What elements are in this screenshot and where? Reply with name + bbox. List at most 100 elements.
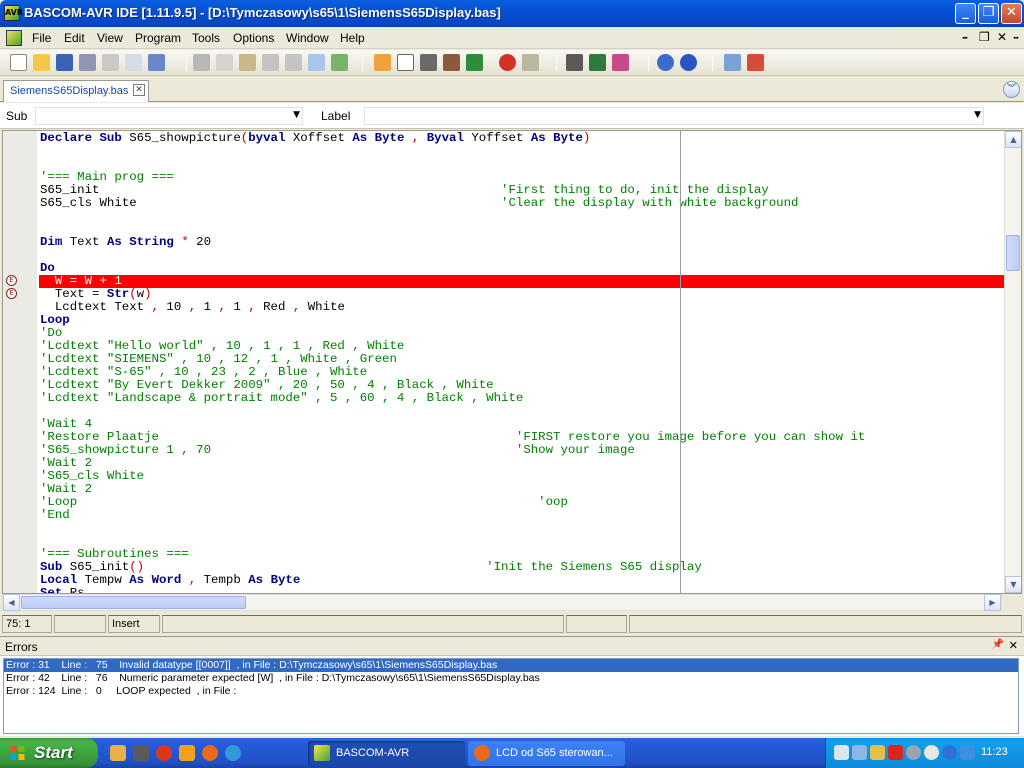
error-marker-icon[interactable]: E	[6, 275, 17, 286]
vertical-scroll-thumb[interactable]	[1006, 235, 1020, 271]
mdi-close-icon[interactable]: ✕	[997, 30, 1007, 44]
code-line[interactable]	[39, 158, 1005, 171]
start-button[interactable]: Start	[0, 738, 98, 768]
copy-icon[interactable]	[216, 54, 233, 71]
scroll-left-icon[interactable]: ◀	[3, 594, 20, 611]
code-line[interactable]	[39, 210, 1005, 223]
find-next-icon[interactable]	[331, 54, 348, 71]
title-bar[interactable]: AVR BASCOM-AVR IDE [1.11.9.5] - [D:\Tymc…	[0, 0, 1024, 27]
display-icon[interactable]	[852, 745, 867, 760]
stop-icon[interactable]	[499, 54, 516, 71]
network-icon[interactable]	[834, 745, 849, 760]
taskbar-button-firefox[interactable]: LCD od S65 sterowan...	[468, 741, 625, 766]
code-line[interactable]: Declare Sub S65_showpicture(byval Xoffse…	[39, 132, 1005, 145]
scroll-right-icon[interactable]: ▶	[984, 594, 1001, 611]
paste-icon[interactable]	[239, 54, 256, 71]
winamp-icon[interactable]	[179, 745, 195, 761]
compile-icon[interactable]	[420, 54, 437, 71]
vertical-scrollbar[interactable]: ▲ ▼	[1004, 131, 1021, 593]
horizontal-scroll-thumb[interactable]	[21, 596, 246, 609]
error-marker-icon[interactable]: E	[6, 288, 17, 299]
bascom-app-icon[interactable]: AVR	[4, 5, 23, 21]
document-icon[interactable]	[6, 30, 22, 46]
mdi-minimize-icon[interactable]: –	[962, 30, 968, 44]
error-row[interactable]: Error : 42 Line : 76 Numeric parameter e…	[4, 672, 1018, 685]
restore-button[interactable]: ❐	[978, 3, 999, 24]
print-preview-icon[interactable]	[125, 54, 142, 71]
info-tray-icon[interactable]	[942, 745, 957, 760]
cut-icon[interactable]	[193, 54, 210, 71]
label-dropdown[interactable]: ▼	[364, 107, 984, 125]
find-icon[interactable]	[308, 54, 325, 71]
minimize-button[interactable]: _	[955, 3, 976, 24]
code-line[interactable]	[39, 522, 1005, 535]
opera-icon[interactable]	[156, 745, 172, 761]
close-button[interactable]: ✕	[1001, 3, 1022, 24]
code-line[interactable]: Dim Text As String * 20	[39, 236, 1005, 249]
globe-icon[interactable]	[225, 745, 241, 761]
open-folder-icon[interactable]	[33, 54, 50, 71]
save-all-icon[interactable]	[79, 54, 96, 71]
editor-gutter[interactable]: E E	[3, 131, 37, 593]
code-area[interactable]: Declare Sub S65_showpicture (byval Xoffse…	[39, 132, 1005, 593]
compiler-output-icon[interactable]	[466, 54, 483, 71]
scroll-down-icon[interactable]: ▼	[1005, 576, 1021, 593]
bookmark-icon[interactable]	[374, 54, 391, 71]
pdf-icon[interactable]	[747, 54, 764, 71]
code-line[interactable]	[39, 145, 1005, 158]
update-icon[interactable]	[924, 745, 939, 760]
sub-dropdown[interactable]: ▼	[35, 107, 303, 125]
firefox-icon[interactable]	[202, 745, 218, 761]
ati-icon[interactable]	[888, 745, 903, 760]
zoom-icon[interactable]	[724, 54, 741, 71]
lcd-designer-icon[interactable]	[589, 54, 606, 71]
programmer-icon[interactable]	[566, 54, 583, 71]
code-line[interactable]: 'Loop 'oop	[39, 496, 1005, 509]
save-icon[interactable]	[56, 54, 73, 71]
print-icon[interactable]	[102, 54, 119, 71]
code-line[interactable]: 'S65_showpicture 1 , 70 'Show your image	[39, 444, 1005, 457]
code-line[interactable]: 'S65_cls White	[39, 470, 1005, 483]
highlighted-error-line[interactable]: W = W + 1	[39, 275, 1005, 288]
error-row[interactable]: Error : 124 Line : 0 LOOP expected , in …	[4, 685, 1018, 698]
code-line[interactable]: Do	[39, 262, 1005, 275]
disk-icon[interactable]	[133, 745, 149, 761]
tab-list-chevron-icon[interactable]: ︾	[1003, 81, 1020, 98]
code-line[interactable]	[39, 405, 1005, 418]
simulator-icon[interactable]	[522, 54, 539, 71]
mdi-restore-icon[interactable]: ❐	[979, 30, 990, 44]
new-file-icon[interactable]	[10, 54, 27, 71]
bluetooth-icon[interactable]	[960, 745, 975, 760]
speaker-icon[interactable]	[906, 745, 921, 760]
code-line[interactable]: S65_cls White 'Clear the display with wh…	[39, 197, 1005, 210]
menu-edit[interactable]: Edit	[64, 31, 85, 45]
chevron-down-icon[interactable]: ▼	[974, 110, 981, 120]
code-line[interactable]: 'Lcdtext "Landscape & portrait mode" , 5…	[39, 392, 1005, 405]
error-row[interactable]: Error : 31 Line : 75 Invalid datatype [[…	[4, 659, 1018, 672]
chevron-down-icon[interactable]: ▼	[293, 110, 300, 120]
code-line[interactable]: 'End	[39, 509, 1005, 522]
code-line[interactable]: Local Tempw As Word , Tempb As Byte	[39, 574, 1005, 587]
horizontal-scrollbar[interactable]: ◀ ▶	[2, 594, 1002, 611]
taskbar-button-bascom[interactable]: BASCOM-AVR	[308, 741, 465, 766]
menu-file[interactable]: File	[32, 31, 51, 45]
mdi-close-icon[interactable]: –	[1013, 30, 1019, 44]
code-line[interactable]: Lcdtext Text , 10 , 1 , 1 , Red , White	[39, 301, 1005, 314]
document-tab[interactable]: SiemensS65Display.bas ✕	[3, 80, 149, 102]
clock-app-icon[interactable]	[110, 745, 126, 761]
code-line[interactable]: 'Wait 2	[39, 457, 1005, 470]
menu-options[interactable]: Options	[233, 31, 274, 45]
compile-chip-icon[interactable]	[443, 54, 460, 71]
menu-view[interactable]: View	[97, 31, 123, 45]
menu-window[interactable]: Window	[286, 31, 329, 45]
close-file-icon[interactable]	[148, 54, 165, 71]
code-editor[interactable]: E E Declare Sub S65_showpicture (byval Xo…	[2, 130, 1022, 594]
menu-help[interactable]: Help	[340, 31, 365, 45]
terminal-icon[interactable]	[612, 54, 629, 71]
close-icon[interactable]: ✕	[1009, 639, 1018, 652]
menu-program[interactable]: Program	[135, 31, 181, 45]
code-line[interactable]	[39, 249, 1005, 262]
syntax-check-icon[interactable]	[397, 54, 414, 71]
code-line[interactable]: Loop	[39, 314, 1005, 327]
security-icon[interactable]	[870, 745, 885, 760]
